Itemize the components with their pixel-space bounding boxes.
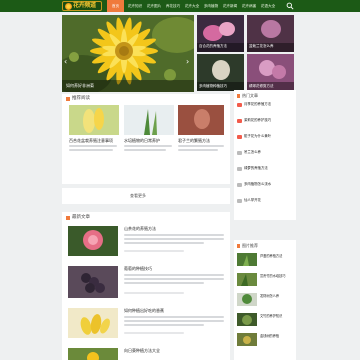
sidebar-pic-link[interactable]: 发财树怎么养: [260, 294, 294, 299]
list-icon: [66, 216, 70, 220]
nav-item-images[interactable]: 花卉图片: [145, 0, 163, 12]
latest-section: 最新文章 山茶花的养殖方法 葡萄的种植技巧 如何种植出好吃的香蕉 向日葵种植方法…: [62, 212, 230, 360]
post-title[interactable]: 向日葵种植方法大全: [124, 348, 224, 353]
post-excerpt-line: [124, 282, 204, 284]
post-excerpt-line: [124, 145, 172, 147]
section-title: 图片推荐: [242, 243, 258, 248]
more-button[interactable]: 查看更多: [130, 193, 146, 198]
post-excerpt-line: [124, 149, 166, 151]
slider-prev-arrow-icon[interactable]: ‹: [64, 58, 67, 66]
post-meta: [124, 332, 184, 334]
post-title[interactable]: 如何种植出好吃的香蕉: [124, 308, 224, 313]
thumb-hydrangea[interactable]: 绣球花修剪方法: [247, 54, 294, 91]
top-navbar: 花卉频道 首页 花卉知识 花卉图片 养花技巧 花卉大全 多肉植物 花卉新闻 花卉…: [0, 0, 360, 12]
thumb-caption: 多肉植物种植技巧: [199, 84, 227, 88]
sidebar-pic-link[interactable]: 金钱树的养殖: [260, 334, 294, 339]
post-image[interactable]: [69, 105, 119, 135]
post-excerpt-line: [124, 324, 204, 326]
sidebar-thumb[interactable]: [237, 293, 257, 306]
hot-articles-panel: 热门文章 月季花的养殖方法 茉莉花的养护技巧 栀子花为什么黄叶 吊兰怎么养 绿萝…: [234, 90, 296, 220]
hot-article-link[interactable]: 月季花的养殖方法: [244, 102, 294, 107]
thumb-caption: 绣球花修剪方法: [249, 84, 274, 88]
post-excerpt-line: [178, 145, 224, 147]
post-excerpt-line: [124, 278, 224, 280]
post-image[interactable]: [68, 266, 118, 298]
post-excerpt-line: [69, 149, 113, 151]
rank-badge: [237, 135, 242, 139]
sidebar-thumb[interactable]: [237, 313, 257, 326]
post-title[interactable]: 水培植物的日常养护: [124, 138, 174, 143]
slider-caption: 如何养好非洲菊: [66, 83, 94, 88]
thumb-succulent[interactable]: 多肉植物种植技巧: [197, 54, 244, 91]
nav-item-succulents[interactable]: 多肉植物: [202, 0, 220, 12]
rank-badge: [237, 103, 242, 107]
post-excerpt-line: [69, 145, 117, 147]
load-more-bar[interactable]: 查看更多: [62, 188, 230, 204]
section-title: 热门文章: [242, 93, 258, 98]
post-excerpt-line: [124, 274, 224, 276]
thumb-orchid[interactable]: 盆栽兰花怎么养: [247, 15, 294, 52]
post-excerpt-line: [124, 234, 224, 236]
post-image[interactable]: [124, 105, 174, 135]
hot-article-link[interactable]: 吊兰怎么养: [244, 150, 294, 155]
hot-article-link[interactable]: 绿萝的养殖方法: [244, 166, 294, 171]
thumb-caption: 百合花的养殖方法: [199, 44, 227, 48]
rank-badge: [237, 199, 242, 203]
logo-text: 花卉频道: [73, 2, 96, 9]
post-excerpt-line: [124, 316, 224, 318]
thumb-lily[interactable]: 百合花的养殖方法: [197, 15, 244, 52]
nav-item-tips[interactable]: 养花技巧: [164, 0, 182, 12]
search-icon[interactable]: [286, 2, 294, 10]
picture-recommend-panel: 图片推荐 芦荟的养殖方法 富贵竹的水培技巧 发财树怎么养 文竹的养护知识 金钱树…: [234, 240, 296, 360]
image-icon: [237, 244, 240, 248]
sidebar-pic-link[interactable]: 文竹的养护知识: [260, 314, 294, 319]
sidebar-thumb[interactable]: [237, 253, 257, 266]
hot-article-link[interactable]: 栀子花为什么黄叶: [244, 134, 294, 139]
post-meta: [124, 292, 184, 294]
post-excerpt-line: [124, 320, 224, 322]
sidebar-pic-link[interactable]: 芦荟的养殖方法: [260, 254, 294, 259]
hot-icon: [237, 94, 240, 98]
rank-badge: [237, 151, 242, 155]
gerbera-image: [62, 15, 194, 92]
section-title: 推荐阅读: [72, 96, 90, 101]
nav-item-knowledge[interactable]: 花卉知识: [126, 0, 144, 12]
post-image[interactable]: [68, 226, 118, 256]
post-image[interactable]: [68, 308, 118, 338]
nav-item-news[interactable]: 花卉新闻: [221, 0, 239, 12]
post-excerpt-line: [124, 242, 204, 244]
post-excerpt-line: [124, 238, 224, 240]
post-title[interactable]: 葡萄的种植技巧: [124, 266, 224, 271]
recommend-section: 推荐阅读 百合花盆栽养殖注意事项 水培植物的日常养护 君子兰的繁殖方法: [62, 94, 230, 184]
post-title[interactable]: 君子兰的繁殖方法: [178, 138, 226, 143]
rank-badge: [237, 183, 242, 187]
nav-item-home[interactable]: 首页: [107, 0, 124, 12]
post-title[interactable]: 百合花盆栽养殖注意事项: [69, 138, 119, 143]
home-icon: [66, 97, 70, 101]
nav-item-disease[interactable]: 花卉病害: [240, 0, 258, 12]
post-title[interactable]: 山茶花的养殖方法: [124, 226, 224, 231]
sidebar-pic-link[interactable]: 富贵竹的水培技巧: [260, 274, 294, 279]
slider-next-arrow-icon[interactable]: ›: [186, 58, 189, 66]
thumb-caption: 盆栽兰花怎么养: [249, 44, 274, 48]
rank-badge: [237, 167, 242, 171]
sidebar-thumb[interactable]: [237, 273, 257, 286]
post-meta: [124, 250, 184, 252]
rank-badge: [237, 119, 242, 123]
sidebar-thumb[interactable]: [237, 333, 257, 346]
post-excerpt-line: [178, 149, 218, 151]
section-title: 最新文章: [72, 215, 90, 220]
hot-article-link[interactable]: 多肉植物怎么浇水: [244, 182, 294, 187]
nav-item-encyclopedia[interactable]: 花卉大全: [183, 0, 201, 12]
post-image[interactable]: [178, 105, 224, 135]
nav-item-language[interactable]: 花语大全: [259, 0, 277, 12]
flower-logo-icon: [65, 2, 72, 10]
post-image[interactable]: [68, 348, 118, 360]
hot-article-link[interactable]: 茉莉花的养护技巧: [244, 118, 294, 123]
site-logo[interactable]: 花卉频道: [62, 1, 102, 11]
featured-slider[interactable]: ‹ › 如何养好非洲菊: [62, 15, 194, 92]
hot-article-link[interactable]: 仙人掌开花: [244, 198, 294, 203]
